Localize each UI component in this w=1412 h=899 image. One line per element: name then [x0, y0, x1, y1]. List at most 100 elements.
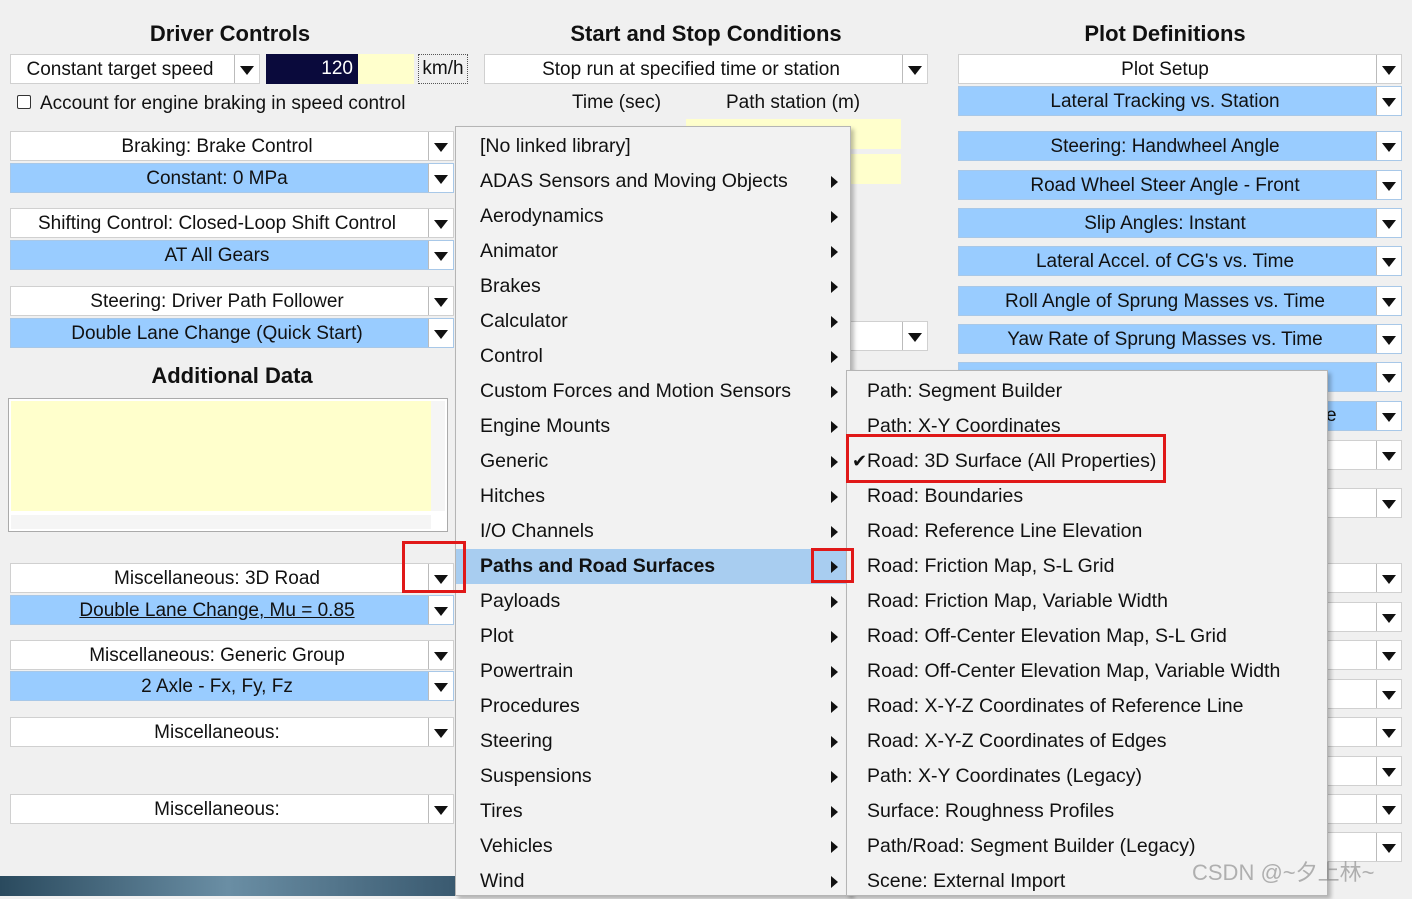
menu-item[interactable]: Plot: [456, 619, 850, 654]
horizontal-scrollbar[interactable]: [11, 515, 431, 529]
menu-item[interactable]: Powertrain: [456, 654, 850, 689]
menu-item[interactable]: Control: [456, 339, 850, 374]
stop-mode-dropdown[interactable]: Stop run at specified time or station: [484, 54, 928, 84]
chevron-down-icon[interactable]: [1376, 833, 1401, 861]
chevron-down-icon[interactable]: [1376, 55, 1401, 83]
chevron-down-icon[interactable]: [1376, 247, 1401, 275]
misc-generic-group-dataset-dropdown[interactable]: 2 Axle - Fx, Fy, Fz: [10, 671, 454, 701]
chevron-down-icon[interactable]: [428, 241, 453, 269]
submenu-item[interactable]: Path: X-Y Coordinates (Legacy): [847, 759, 1327, 794]
chevron-down-icon[interactable]: [428, 132, 453, 160]
chevron-down-icon[interactable]: [1376, 441, 1401, 469]
plot-item-1[interactable]: Steering: Handwheel Angle: [958, 131, 1402, 161]
chevron-down-icon[interactable]: [428, 319, 453, 347]
chevron-down-icon[interactable]: [428, 641, 453, 669]
menu-item[interactable]: Custom Forces and Motion Sensors: [456, 374, 850, 409]
chevron-down-icon[interactable]: [428, 718, 453, 746]
chevron-down-icon[interactable]: [1376, 363, 1401, 391]
chevron-down-icon[interactable]: [1376, 718, 1401, 746]
chevron-down-icon[interactable]: [1376, 402, 1401, 430]
speed-unit-label[interactable]: km/h: [418, 54, 468, 84]
plot-item-4[interactable]: Lateral Accel. of CG's vs. Time: [958, 246, 1402, 276]
plot-item-2[interactable]: Road Wheel Steer Angle - Front: [958, 170, 1402, 200]
submenu-item[interactable]: Surface: Roughness Profiles: [847, 794, 1327, 829]
steering-dataset-label: Double Lane Change (Quick Start): [71, 323, 363, 344]
chevron-down-icon[interactable]: [428, 672, 453, 700]
chevron-down-icon[interactable]: [1376, 603, 1401, 631]
menu-item[interactable]: Generic: [456, 444, 850, 479]
menu-item[interactable]: Vehicles: [456, 829, 850, 864]
vertical-scrollbar[interactable]: [431, 401, 445, 511]
chevron-down-icon[interactable]: [1376, 564, 1401, 592]
misc-dropdown-3[interactable]: Miscellaneous:: [10, 717, 454, 747]
chevron-down-icon[interactable]: [428, 596, 453, 624]
submenu-item[interactable]: Path: Segment Builder: [847, 374, 1327, 409]
steering-control-dropdown[interactable]: Steering: Driver Path Follower: [10, 286, 454, 316]
misc-3d-road-dropdown[interactable]: Miscellaneous: 3D Road: [10, 563, 454, 593]
additional-data-text-area[interactable]: [11, 401, 431, 511]
plot-item-5[interactable]: Roll Angle of Sprung Masses vs. Time: [958, 286, 1402, 316]
menu-item[interactable]: Animator: [456, 234, 850, 269]
chevron-down-icon[interactable]: [428, 795, 453, 823]
misc-3d-road-dataset-dropdown[interactable]: Double Lane Change, Mu = 0.85: [10, 595, 454, 625]
submenu-item[interactable]: Road: Off-Center Elevation Map, Variable…: [847, 654, 1327, 689]
engine-braking-checkbox[interactable]: [17, 95, 31, 109]
chevron-down-icon[interactable]: [1376, 325, 1401, 353]
menu-item[interactable]: Paths and Road Surfaces: [456, 549, 850, 584]
submenu-item[interactable]: Road: Boundaries: [847, 479, 1327, 514]
submenu-item[interactable]: Road: Reference Line Elevation: [847, 514, 1327, 549]
submenu-item[interactable]: Road: X-Y-Z Coordinates of Edges: [847, 724, 1327, 759]
submenu-item[interactable]: Road: Off-Center Elevation Map, S-L Grid: [847, 619, 1327, 654]
menu-item[interactable]: Tires: [456, 794, 850, 829]
chevron-down-icon[interactable]: [1376, 757, 1401, 785]
chevron-down-icon[interactable]: [1376, 795, 1401, 823]
submenu-item[interactable]: Road: X-Y-Z Coordinates of Reference Lin…: [847, 689, 1327, 724]
misc-dropdown-4[interactable]: Miscellaneous:: [10, 794, 454, 824]
shifting-dataset-dropdown[interactable]: AT All Gears: [10, 240, 454, 270]
chevron-down-icon[interactable]: [428, 209, 453, 237]
chevron-down-icon[interactable]: [428, 164, 453, 192]
misc-generic-group-dropdown[interactable]: Miscellaneous: Generic Group: [10, 640, 454, 670]
additional-data-textarea[interactable]: [8, 398, 448, 532]
speed-mode-dropdown[interactable]: Constant target speed: [10, 54, 260, 84]
chevron-down-icon[interactable]: [1376, 209, 1401, 237]
menu-item[interactable]: Hitches: [456, 479, 850, 514]
chevron-down-icon[interactable]: [1376, 680, 1401, 708]
chevron-down-icon[interactable]: [1376, 287, 1401, 315]
menu-item[interactable]: Engine Mounts: [456, 409, 850, 444]
menu-item[interactable]: [No linked library]: [456, 129, 850, 164]
menu-item[interactable]: Steering: [456, 724, 850, 759]
plot-item-6[interactable]: Yaw Rate of Sprung Masses vs. Time: [958, 324, 1402, 354]
shifting-control-dropdown[interactable]: Shifting Control: Closed-Loop Shift Cont…: [10, 208, 454, 238]
menu-item[interactable]: ADAS Sensors and Moving Objects: [456, 164, 850, 199]
braking-control-dropdown[interactable]: Braking: Brake Control: [10, 131, 454, 161]
menu-item[interactable]: Payloads: [456, 584, 850, 619]
chevron-down-icon[interactable]: [1376, 641, 1401, 669]
menu-item[interactable]: Suspensions: [456, 759, 850, 794]
plot-setup-dropdown[interactable]: Plot Setup: [958, 54, 1402, 84]
start-stop-option-dropdown[interactable]: [846, 321, 928, 351]
menu-item[interactable]: Aerodynamics: [456, 199, 850, 234]
plot-item-3[interactable]: Slip Angles: Instant: [958, 208, 1402, 238]
chevron-down-icon[interactable]: [1376, 132, 1401, 160]
speed-value-field-bg[interactable]: [358, 54, 414, 84]
menu-item[interactable]: Procedures: [456, 689, 850, 724]
speed-value-input[interactable]: 120: [266, 54, 358, 84]
menu-item[interactable]: I/O Channels: [456, 514, 850, 549]
menu-item[interactable]: Calculator: [456, 304, 850, 339]
chevron-down-icon[interactable]: [902, 322, 927, 350]
plot-item-0[interactable]: Lateral Tracking vs. Station: [958, 86, 1402, 116]
chevron-down-icon[interactable]: [234, 55, 259, 83]
chevron-down-icon[interactable]: [1376, 87, 1401, 115]
submenu-item[interactable]: Road: Friction Map, Variable Width: [847, 584, 1327, 619]
submenu-item[interactable]: Road: Friction Map, S-L Grid: [847, 549, 1327, 584]
braking-dataset-dropdown[interactable]: Constant: 0 MPa: [10, 163, 454, 193]
misc-3d-road-dataset-link[interactable]: Double Lane Change, Mu = 0.85: [11, 596, 423, 624]
chevron-down-icon[interactable]: [428, 287, 453, 315]
steering-dataset-dropdown[interactable]: Double Lane Change (Quick Start): [10, 318, 454, 348]
menu-item[interactable]: Wind: [456, 864, 850, 899]
chevron-down-icon[interactable]: [1376, 171, 1401, 199]
menu-item[interactable]: Brakes: [456, 269, 850, 304]
chevron-down-icon[interactable]: [1376, 489, 1401, 517]
chevron-down-icon[interactable]: [902, 55, 927, 83]
